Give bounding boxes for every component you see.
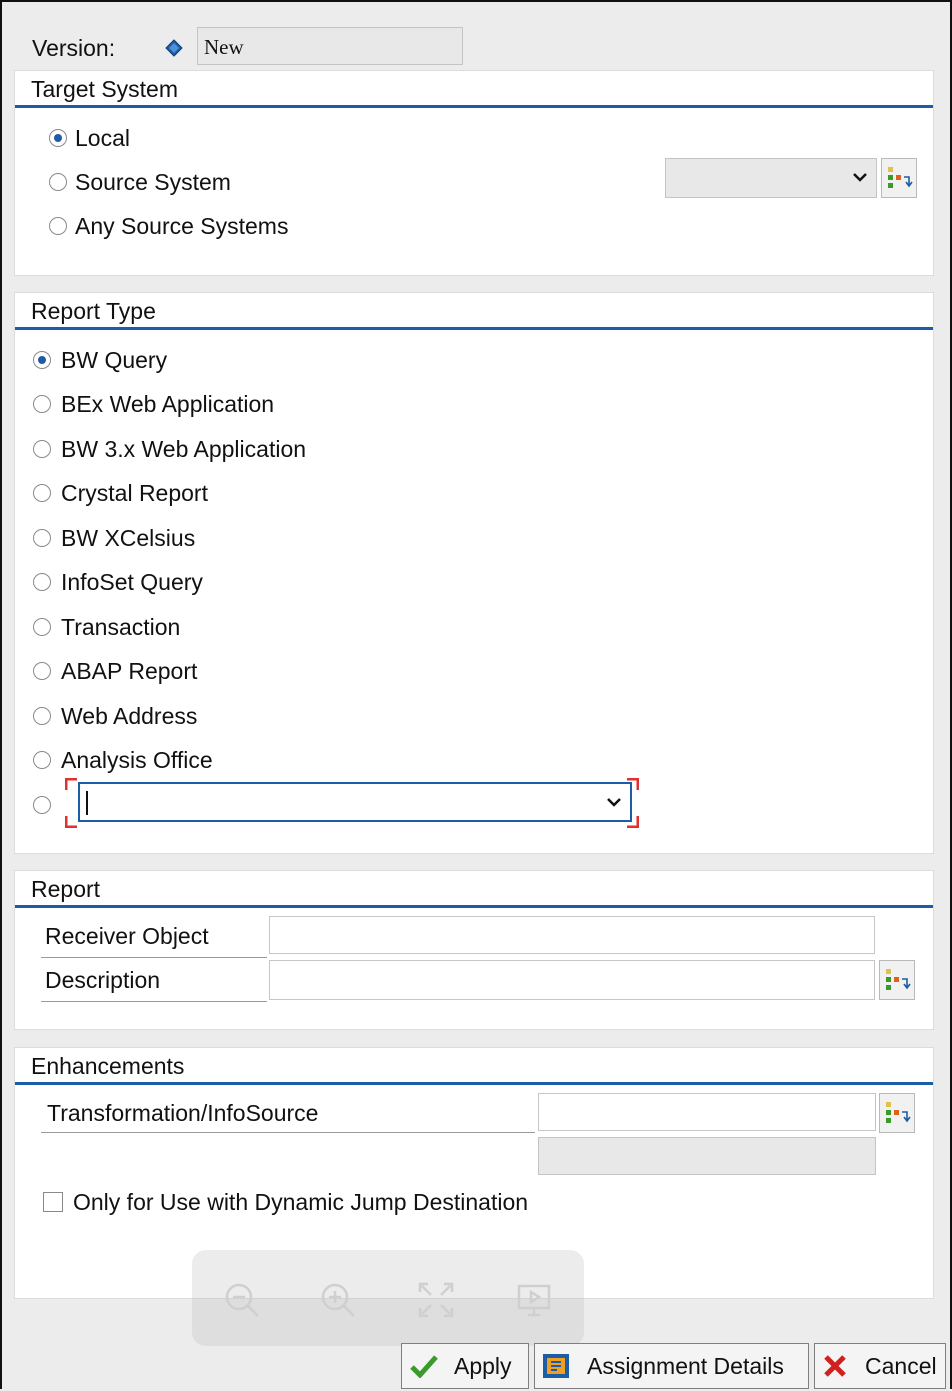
description-label: Description bbox=[45, 967, 161, 993]
report-header: Report bbox=[15, 871, 933, 908]
target-source-system-radio[interactable] bbox=[49, 173, 67, 191]
apply-button[interactable]: Apply bbox=[401, 1343, 529, 1389]
zoom-in-icon[interactable] bbox=[318, 1280, 358, 1325]
report-type-abap-radio[interactable] bbox=[33, 662, 51, 680]
report-type-transaction-label[interactable]: Transaction bbox=[61, 614, 180, 641]
transformation-label-box: Transformation/InfoSource bbox=[41, 1092, 535, 1133]
chevron-down-icon bbox=[606, 794, 622, 815]
target-any-source-label[interactable]: Any Source Systems bbox=[75, 213, 288, 240]
report-type-bw3x-web-label[interactable]: BW 3.x Web Application bbox=[61, 436, 306, 463]
target-system-title: Target System bbox=[31, 76, 178, 102]
chevron-down-icon bbox=[852, 169, 868, 190]
viewer-toolbar-overlay bbox=[192, 1250, 584, 1346]
target-any-source-radio[interactable] bbox=[49, 217, 67, 235]
report-type-analysis-office-radio[interactable] bbox=[33, 751, 51, 769]
transformation-text-field bbox=[538, 1137, 876, 1175]
dynamic-jump-label[interactable]: Only for Use with Dynamic Jump Destinati… bbox=[73, 1189, 528, 1216]
report-type-transaction-radio[interactable] bbox=[33, 618, 51, 636]
version-value: New bbox=[204, 35, 244, 59]
target-local-radio[interactable] bbox=[49, 129, 67, 147]
fit-to-screen-icon[interactable] bbox=[418, 1282, 454, 1323]
report-type-other-select[interactable] bbox=[78, 782, 632, 822]
cancel-button[interactable]: Cancel bbox=[814, 1343, 946, 1389]
description-input[interactable] bbox=[269, 960, 875, 1000]
report-type-title: Report Type bbox=[31, 298, 156, 324]
report-panel: Report Receiver Object Description bbox=[14, 870, 934, 1030]
version-field: New bbox=[197, 27, 463, 65]
receiver-object-label-box: Receiver Object bbox=[41, 917, 267, 958]
target-source-system-label[interactable]: Source System bbox=[75, 169, 231, 196]
report-type-crystal-radio[interactable] bbox=[33, 484, 51, 502]
source-system-select[interactable] bbox=[665, 158, 877, 198]
assignment-details-icon bbox=[541, 1352, 571, 1386]
report-type-infoset-radio[interactable] bbox=[33, 573, 51, 591]
report-type-bex-web-label[interactable]: BEx Web Application bbox=[61, 391, 274, 418]
transformation-value-help-button[interactable] bbox=[879, 1093, 915, 1133]
report-type-other-radio[interactable] bbox=[33, 796, 51, 814]
transformation-label: Transformation/InfoSource bbox=[47, 1100, 319, 1126]
assignment-details-button-label: Assignment Details bbox=[587, 1353, 784, 1379]
report-type-web-address-label[interactable]: Web Address bbox=[61, 703, 197, 730]
assignment-details-button[interactable]: Assignment Details bbox=[534, 1343, 809, 1389]
report-type-crystal-label[interactable]: Crystal Report bbox=[61, 480, 208, 507]
description-label-box: Description bbox=[41, 961, 267, 1002]
target-local-label[interactable]: Local bbox=[75, 125, 130, 152]
value-help-icon bbox=[885, 967, 911, 998]
receiver-object-label: Receiver Object bbox=[45, 923, 209, 949]
report-type-panel: Report Type BW Query BEx Web Application… bbox=[14, 292, 934, 854]
checkmark-icon bbox=[410, 1354, 438, 1384]
value-help-icon bbox=[887, 165, 913, 196]
enhancements-header: Enhancements bbox=[15, 1048, 933, 1085]
cancel-x-icon bbox=[823, 1354, 847, 1384]
report-type-abap-label[interactable]: ABAP Report bbox=[61, 658, 197, 685]
report-type-xcelsius-radio[interactable] bbox=[33, 529, 51, 547]
text-cursor bbox=[86, 791, 88, 815]
cancel-button-label: Cancel bbox=[865, 1353, 937, 1379]
transformation-input[interactable] bbox=[538, 1093, 876, 1131]
report-type-bw-query-label[interactable]: BW Query bbox=[61, 347, 167, 374]
report-type-other-select-focus bbox=[65, 778, 639, 828]
apply-button-label: Apply bbox=[454, 1353, 512, 1379]
report-type-header: Report Type bbox=[15, 293, 933, 330]
enhancements-title: Enhancements bbox=[31, 1053, 185, 1079]
dynamic-jump-checkbox[interactable] bbox=[43, 1192, 63, 1212]
presentation-icon[interactable] bbox=[516, 1282, 552, 1323]
target-system-panel: Target System Local Source System Any So… bbox=[14, 70, 934, 276]
report-type-web-address-radio[interactable] bbox=[33, 707, 51, 725]
value-help-icon bbox=[885, 1100, 911, 1131]
version-diamond-icon bbox=[164, 38, 184, 63]
report-type-bex-web-radio[interactable] bbox=[33, 395, 51, 413]
target-system-header: Target System bbox=[15, 71, 933, 108]
description-value-help-button[interactable] bbox=[879, 960, 915, 1000]
dialog-window: Version: New Target System Local Source … bbox=[0, 0, 952, 1389]
version-label: Version: bbox=[32, 35, 116, 61]
zoom-out-icon[interactable] bbox=[222, 1280, 262, 1325]
report-type-bw-query-radio[interactable] bbox=[33, 351, 51, 369]
report-type-infoset-label[interactable]: InfoSet Query bbox=[61, 569, 203, 596]
receiver-object-input[interactable] bbox=[269, 916, 875, 954]
report-type-analysis-office-label[interactable]: Analysis Office bbox=[61, 747, 213, 774]
source-system-value-help-button[interactable] bbox=[881, 158, 917, 198]
report-type-bw3x-web-radio[interactable] bbox=[33, 440, 51, 458]
report-type-xcelsius-label[interactable]: BW XCelsius bbox=[61, 525, 195, 552]
report-title: Report bbox=[31, 876, 101, 902]
